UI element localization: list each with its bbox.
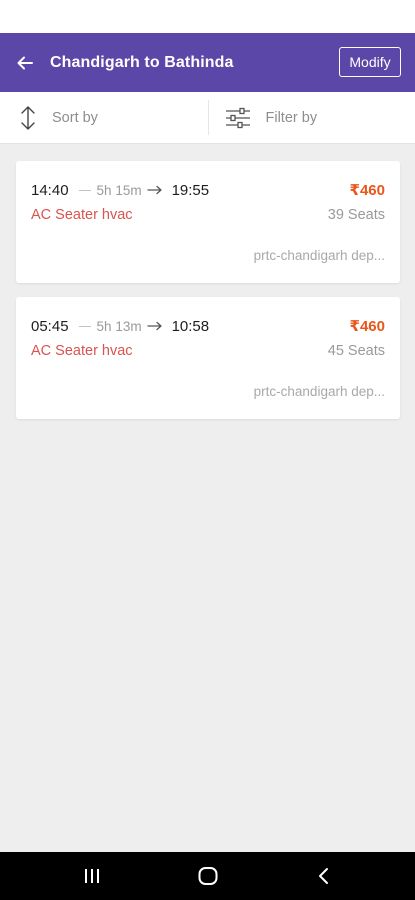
arrow-right-icon — [146, 321, 163, 331]
arrival-time: 10:58 — [171, 317, 210, 335]
system-navigation-bar — [0, 852, 415, 900]
departure-time: 05:45 — [31, 317, 69, 335]
sort-label: Sort by — [52, 109, 98, 126]
status-bar — [0, 0, 415, 33]
app-bar: Chandigarh to Bathinda Modify — [0, 33, 415, 92]
sort-vertical-icon — [4, 105, 52, 131]
filter-button[interactable]: Filter by — [207, 92, 415, 143]
operator-name: prtc-chandigarh dep... — [253, 384, 385, 399]
system-back-icon[interactable] — [316, 866, 332, 886]
bus-type: AC Seater hvac — [31, 207, 133, 223]
seats-available: 45 Seats — [327, 343, 385, 359]
back-arrow-icon[interactable] — [0, 33, 50, 92]
fare-price: ₹460 — [349, 318, 385, 335]
bus-results-list: 14:40 5h 15m 19:55 ₹460 AC Seater hvac 3… — [0, 144, 415, 419]
bus-type: AC Seater hvac — [31, 343, 133, 359]
bus-result-card[interactable]: 14:40 5h 15m 19:55 ₹460 AC Seater hvac 3… — [16, 161, 400, 283]
sort-button[interactable]: Sort by — [0, 92, 208, 143]
departure-time: 14:40 — [31, 181, 69, 199]
filter-label: Filter by — [265, 109, 318, 126]
fare-price: ₹460 — [349, 182, 385, 199]
arrival-time: 19:55 — [171, 181, 210, 199]
operator-name: prtc-chandigarh dep... — [253, 248, 385, 263]
sliders-icon — [210, 107, 266, 129]
journey-duration: 5h 13m — [96, 318, 142, 334]
recent-apps-icon[interactable] — [82, 867, 102, 885]
sort-filter-bar: Sort by Filter by — [0, 92, 415, 144]
separator-dash — [78, 189, 91, 191]
arrow-right-icon — [146, 185, 163, 195]
separator-dash — [78, 325, 91, 327]
page-title: Chandigarh to Bathinda — [50, 53, 234, 71]
modify-button[interactable]: Modify — [339, 47, 401, 77]
home-icon[interactable] — [197, 866, 219, 886]
seats-available: 39 Seats — [327, 207, 385, 223]
journey-duration: 5h 15m — [96, 182, 142, 198]
bus-result-card[interactable]: 05:45 5h 13m 10:58 ₹460 AC Seater hvac 4… — [16, 297, 400, 419]
